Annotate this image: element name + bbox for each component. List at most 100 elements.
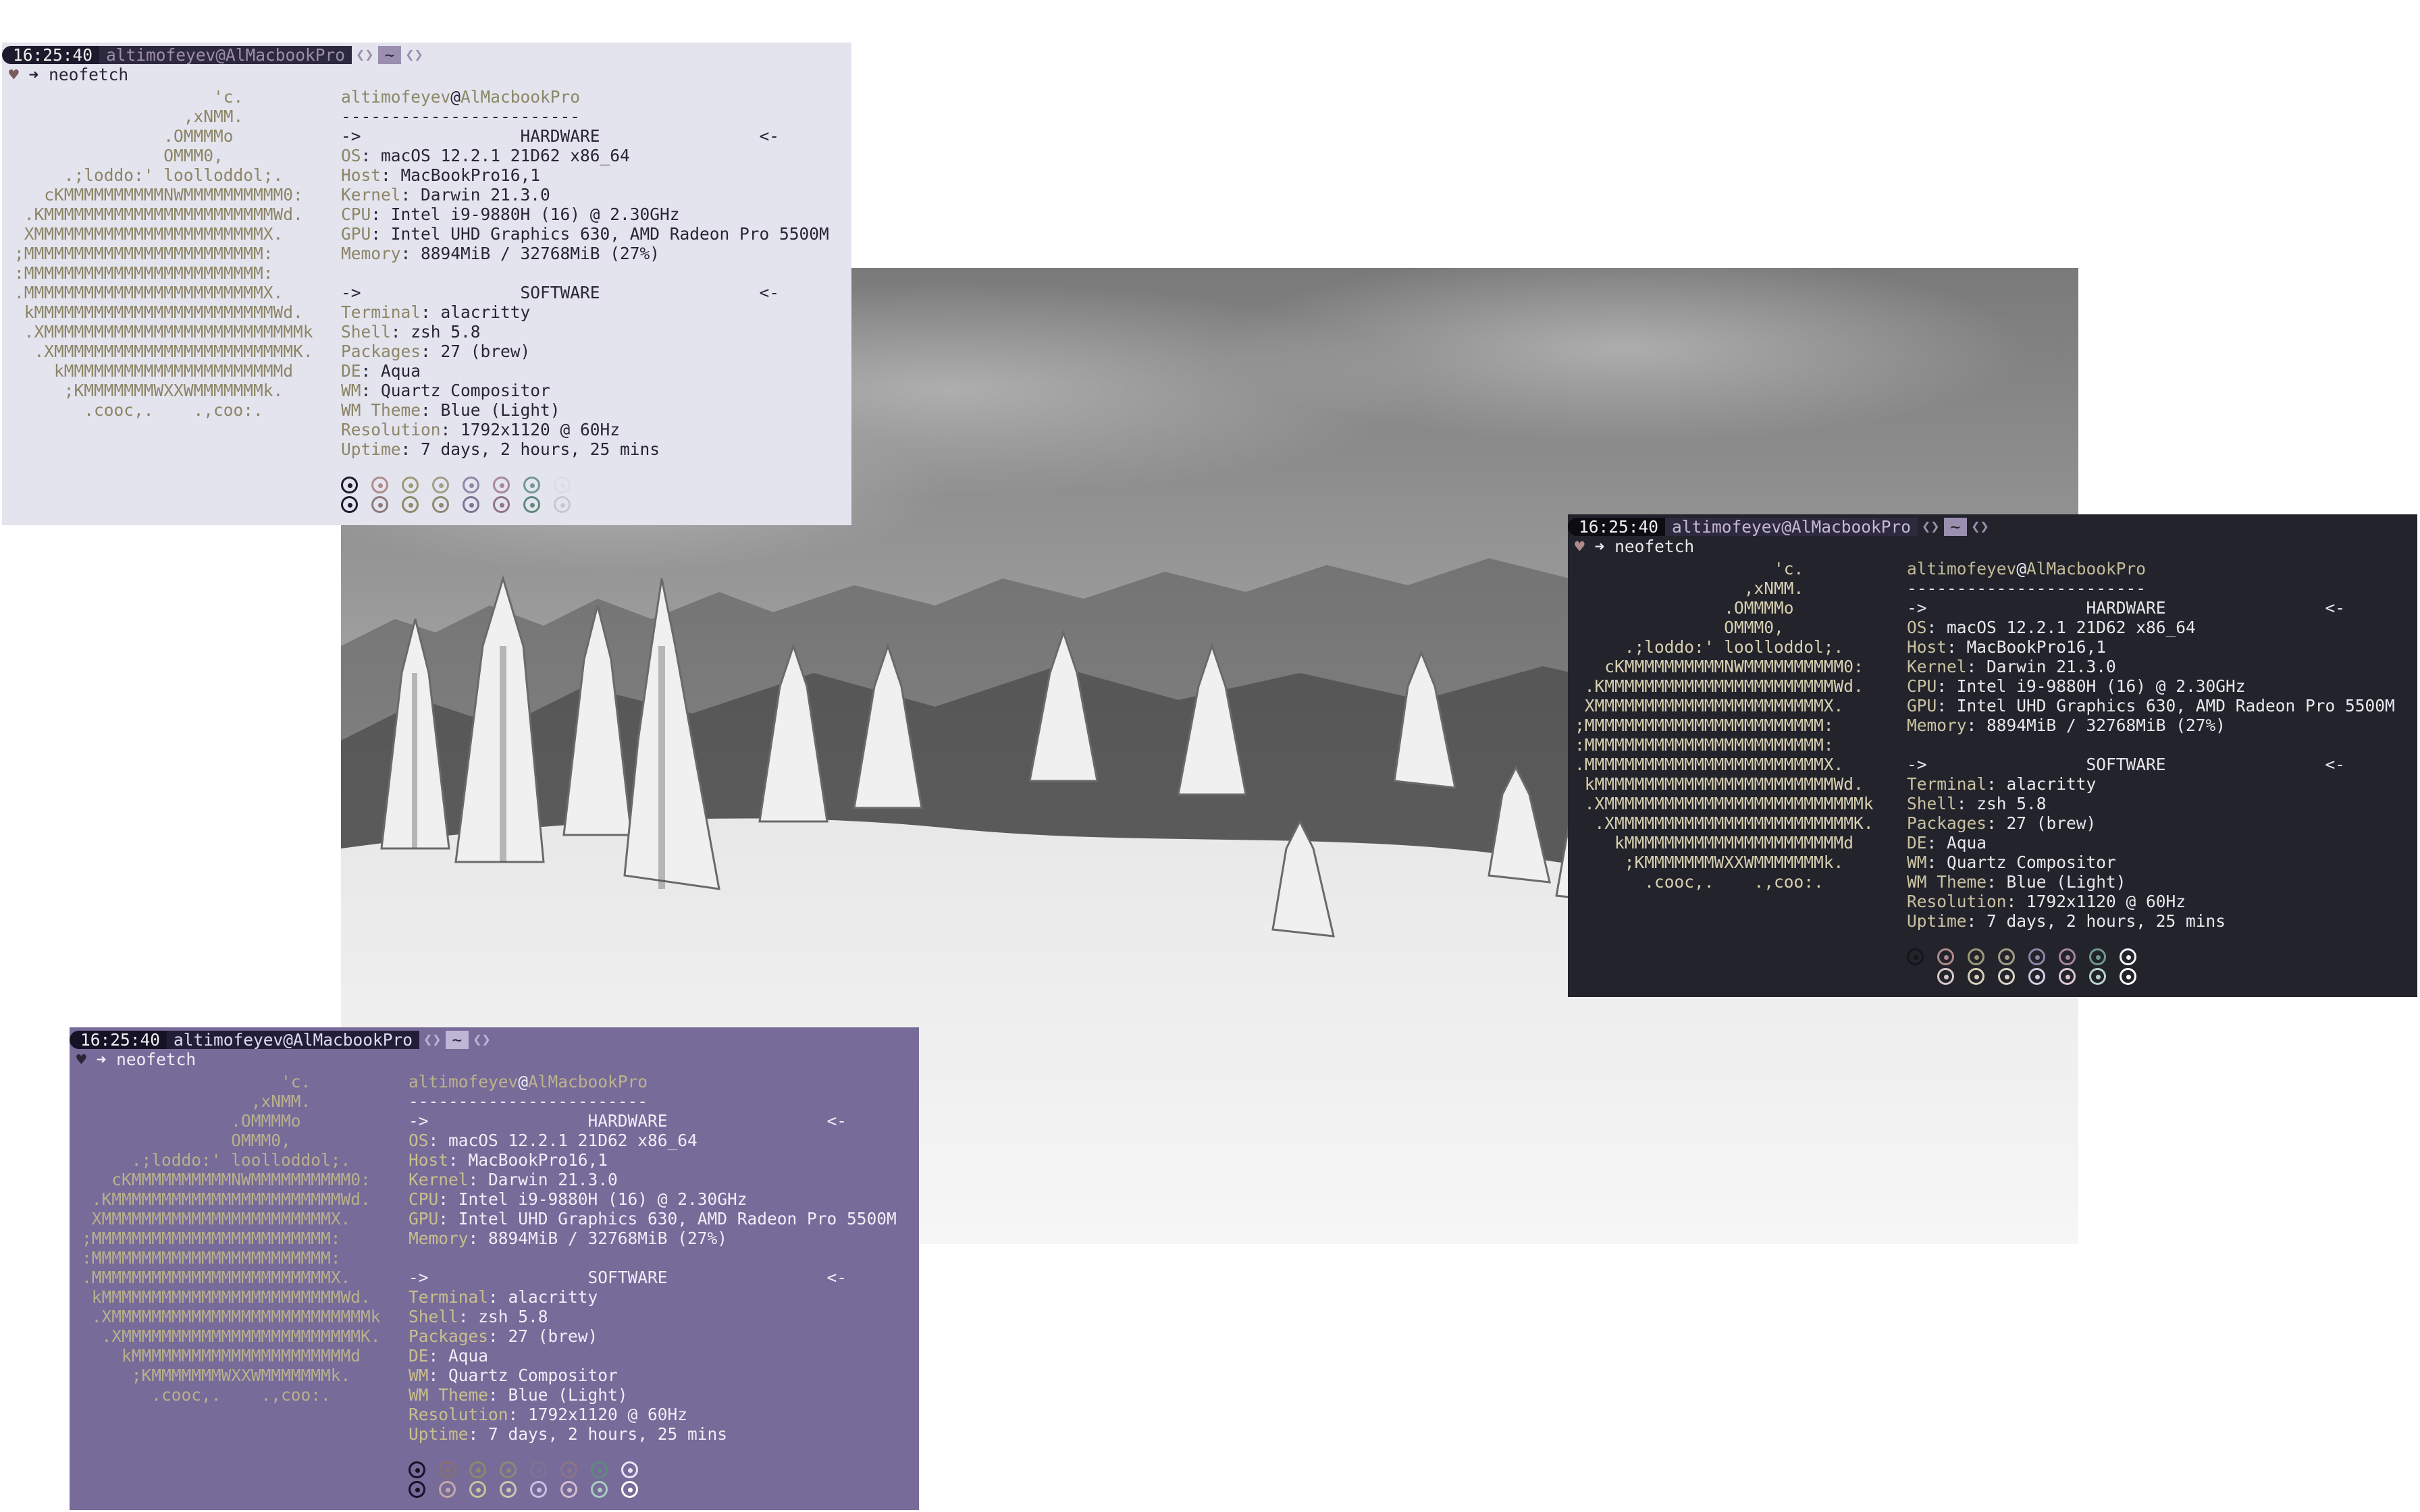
info-value: MacBookPro16,1 [400, 165, 541, 185]
hardware-header-text: -> HARDWARE <- [409, 1111, 847, 1131]
logo-line: .OMMMMo [14, 126, 234, 146]
info-key: Terminal [409, 1287, 489, 1307]
colon: : [488, 1385, 508, 1405]
info-value: macOS 12.2.1 21D62 x86_64 [381, 146, 630, 165]
arrow-icon: ➜ [1594, 537, 1605, 556]
terminal-window-purple[interactable]: 16:25:40 altimofeyev@AlMacbookPro ❮❯ ~ ❮… [70, 1027, 919, 1510]
colon: : [1987, 872, 2007, 892]
info-key: OS [1907, 618, 1927, 637]
colon: : [361, 146, 382, 165]
logo-line: kMMMMMMMMMMMMMMMMMMMMMMd [14, 361, 294, 381]
heart-icon: ♥ [1575, 537, 1585, 556]
info-value: macOS 12.2.1 21D62 x86_64 [448, 1131, 698, 1150]
colon: : [421, 400, 441, 420]
command-line[interactable]: ♥ ➜ neofetch [2, 65, 851, 84]
colon: : [468, 1228, 489, 1248]
logo-line: .KMMMMMMMMMMMMMMMMMMMMMMMWd. [82, 1189, 371, 1209]
info-key: WM [341, 381, 361, 400]
hardware-row: GPU: Intel UHD Graphics 630, AMD Radeon … [409, 1209, 897, 1228]
logo-line: 'c. [82, 1072, 311, 1091]
logo-line: ;MMMMMMMMMMMMMMMMMMMMMMMM: [14, 244, 273, 263]
logo-line: .cooc,. .,coo:. [14, 400, 263, 420]
colon: : [440, 420, 461, 439]
colon: : [1956, 794, 1977, 813]
logo-line: .cooc,. .,coo:. [1575, 872, 1824, 892]
prompt-time: 16:25:40 [2, 46, 100, 64]
info-key: Shell [1907, 794, 1957, 813]
logo-line: :MMMMMMMMMMMMMMMMMMMMMMMM: [1575, 735, 1834, 755]
colon: : [488, 1287, 508, 1307]
software-row: Terminal: alacritty [1907, 774, 2395, 794]
software-row: Shell: zsh 5.8 [409, 1307, 897, 1326]
colon: : [1987, 813, 2007, 833]
info-key: Shell [341, 322, 391, 342]
colon: : [400, 244, 421, 263]
info-value: 8894MiB / 32768MiB (27%) [488, 1228, 728, 1248]
logo-line: XMMMMMMMMMMMMMMMMMMMMMMMX. [1575, 696, 1844, 716]
chevron-right-icon: ❮❯ [1971, 518, 1989, 535]
hardware-row: Host: MacBookPro16,1 [1907, 637, 2395, 657]
info-hostname: AlMacbookPro [461, 87, 581, 107]
color-swatch-dot [591, 1481, 608, 1498]
color-swatch-dot [341, 477, 358, 493]
terminal-window-dark[interactable]: 16:25:40 altimofeyev@AlMacbookPro ❮❯ ~ ❮… [1568, 514, 2417, 997]
colon: : [371, 205, 391, 224]
hardware-row: Host: MacBookPro16,1 [409, 1150, 897, 1170]
logo-line: .XMMMMMMMMMMMMMMMMMMMMMMMMK. [1575, 813, 1874, 833]
info-key: GPU [1907, 696, 1937, 716]
info-value: Intel UHD Graphics 630, AMD Radeon Pro 5… [1956, 696, 2395, 716]
info-key: Packages [341, 342, 421, 361]
software-row: Shell: zsh 5.8 [341, 322, 829, 342]
software-row: DE: Aqua [1907, 833, 2395, 853]
info-value: alacritty [2006, 774, 2097, 794]
software-row: WM Theme: Blue (Light) [341, 400, 829, 420]
prompt-directory: ~ [377, 46, 402, 64]
prompt-directory: ~ [1943, 518, 1968, 536]
software-row: Packages: 27 (brew) [341, 342, 829, 361]
logo-line: .XMMMMMMMMMMMMMMMMMMMMMMMMMMk [14, 322, 313, 342]
colon: : [438, 1189, 458, 1209]
info-key: Terminal [341, 302, 421, 322]
software-header-text: -> SOFTWARE <- [409, 1268, 847, 1287]
colon: : [1987, 774, 2007, 794]
info-key: Terminal [1907, 774, 1987, 794]
logo-line: .KMMMMMMMMMMMMMMMMMMMMMMMWd. [14, 205, 303, 224]
prompt-user-host: altimofeyev@AlMacbookPro [1665, 518, 1918, 536]
hardware-row: Memory: 8894MiB / 32768MiB (27%) [409, 1228, 897, 1248]
logo-line: ;KMMMMMMMWXXWMMMMMMMk. [14, 381, 284, 400]
command-line[interactable]: ♥ ➜ neofetch [70, 1050, 919, 1069]
logo-line: 'c. [14, 87, 244, 107]
info-key: Resolution [1907, 892, 2007, 911]
colon: : [1966, 911, 1987, 931]
software-header-text: -> SOFTWARE <- [341, 283, 780, 302]
color-swatch-dot [463, 477, 479, 493]
software-row: Terminal: alacritty [409, 1287, 897, 1307]
color-swatch-dot [2089, 948, 2106, 965]
command-line[interactable]: ♥ ➜ neofetch [1568, 537, 2417, 556]
info-key: DE [341, 361, 361, 381]
color-swatch-dot [1998, 968, 2015, 985]
info-value: 7 days, 2 hours, 25 mins [488, 1424, 728, 1444]
hardware-row: OS: macOS 12.2.1 21D62 x86_64 [341, 146, 829, 165]
logo-line: XMMMMMMMMMMMMMMMMMMMMMMMX. [14, 224, 284, 244]
prompt-user-host: altimofeyev@AlMacbookPro [167, 1031, 420, 1049]
info-key: Host [341, 165, 382, 185]
info-key: CPU [1907, 676, 1937, 696]
logo-line: .XMMMMMMMMMMMMMMMMMMMMMMMMMMk [1575, 794, 1874, 813]
software-row: Shell: zsh 5.8 [1907, 794, 2395, 813]
prompt-bar: 16:25:40 altimofeyev@AlMacbookPro ❮❯ ~ ❮… [70, 1030, 919, 1050]
colon: : [1966, 716, 1987, 735]
separator-text: ------------------------ [1907, 578, 2147, 598]
color-swatch-dot [1968, 948, 1984, 965]
hardware-row: Kernel: Darwin 21.3.0 [341, 185, 829, 205]
software-row: Uptime: 7 days, 2 hours, 25 mins [1907, 911, 2395, 931]
terminal-window-light[interactable]: 16:25:40 altimofeyev@AlMacbookPro ❮❯ ~ ❮… [2, 43, 851, 525]
arrow-icon: ➜ [96, 1050, 107, 1069]
info-value: Intel UHD Graphics 630, AMD Radeon Pro 5… [390, 224, 829, 244]
software-row: WM: Quartz Compositor [409, 1366, 897, 1385]
colon: : [1937, 696, 1957, 716]
info-value: Intel i9-9880H (16) @ 2.30GHz [458, 1189, 747, 1209]
hardware-header: -> HARDWARE <- [341, 126, 829, 146]
